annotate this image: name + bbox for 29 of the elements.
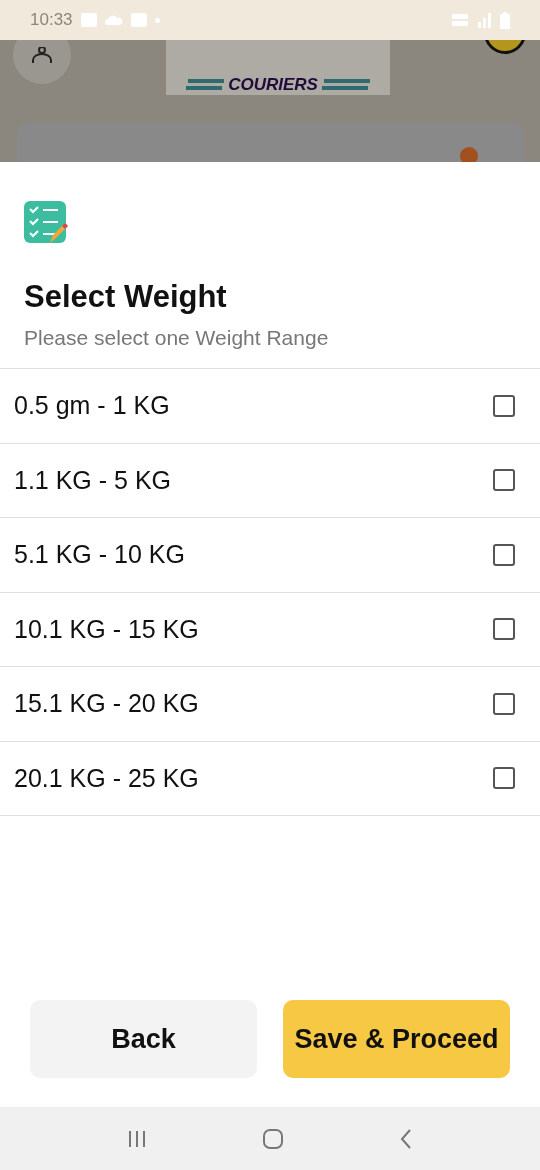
recent-apps-icon[interactable]: [127, 1129, 148, 1148]
weight-option[interactable]: 15.1 KG - 20 KG: [0, 667, 540, 742]
user-icon: [31, 47, 53, 63]
status-time: 10:33: [30, 9, 73, 32]
battery-icon: [500, 11, 510, 29]
logo-text: COURIERS: [228, 76, 318, 93]
cloud-icon: [104, 15, 123, 25]
dot-icon: [154, 17, 160, 23]
home-icon[interactable]: [262, 1127, 284, 1150]
sheet-title: Select Weight: [24, 278, 228, 316]
checkbox[interactable]: [493, 394, 515, 417]
stripes-icon: [186, 78, 225, 91]
profile-button[interactable]: [13, 40, 71, 84]
weight-option[interactable]: 5.1 KG - 10 KG: [0, 518, 540, 593]
weight-option[interactable]: 20.1 KG - 25 KG: [0, 741, 540, 816]
stripes-icon: [321, 78, 370, 91]
checkbox[interactable]: [493, 767, 515, 790]
weight-option[interactable]: 10.1 KG - 15 KG: [0, 592, 540, 667]
back-button[interactable]: Back: [30, 1000, 257, 1078]
weight-option[interactable]: 0.5 gm - 1 KG: [0, 369, 540, 444]
checklist-icon: [24, 201, 68, 246]
weight-option[interactable]: 1.1 KG - 5 KG: [0, 443, 540, 518]
checkbox[interactable]: [493, 543, 515, 566]
checkbox[interactable]: [493, 692, 515, 715]
back-icon[interactable]: [398, 1127, 413, 1150]
save-proceed-button[interactable]: Save & Proceed: [283, 1000, 510, 1078]
checkbox[interactable]: [493, 618, 515, 641]
checkbox[interactable]: [493, 469, 515, 492]
sheet-subtitle: Please select one Weight Range: [24, 325, 330, 351]
